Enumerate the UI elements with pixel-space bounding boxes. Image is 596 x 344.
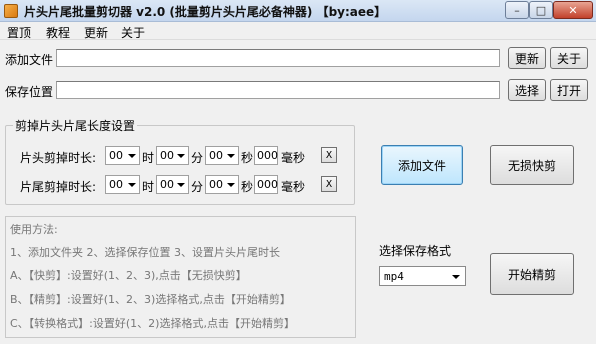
- menu-tutorial[interactable]: 教程: [46, 24, 70, 41]
- maximize-button[interactable]: □: [529, 1, 553, 19]
- second-unit: 秒: [241, 180, 254, 194]
- menu-update[interactable]: 更新: [84, 24, 108, 41]
- minimize-button[interactable]: –: [505, 1, 529, 19]
- head-clear-button[interactable]: X: [321, 147, 337, 163]
- save-format-select[interactable]: mp4: [379, 266, 466, 286]
- tail-hour-select[interactable]: 00: [105, 175, 140, 194]
- chevron-down-icon: [177, 154, 185, 158]
- open-button[interactable]: 打开: [550, 79, 588, 101]
- add-file-input[interactable]: [56, 49, 500, 67]
- tail-second-value: 00: [209, 178, 223, 191]
- tail-minute-select[interactable]: 00: [156, 175, 189, 194]
- usage-title: 使用方法:: [10, 223, 58, 236]
- save-format-value: mp4: [384, 270, 404, 283]
- chevron-down-icon: [177, 183, 185, 187]
- menu-pin-top[interactable]: 置顶: [7, 24, 31, 41]
- save-location-input[interactable]: [56, 81, 500, 99]
- lossless-cut-button[interactable]: 无损快剪: [490, 145, 574, 185]
- chevron-down-icon: [128, 183, 136, 187]
- tail-ms-input[interactable]: 000: [254, 175, 278, 194]
- start-precise-cut-button[interactable]: 开始精剪: [490, 253, 574, 295]
- head-ms-input[interactable]: 000: [254, 146, 278, 165]
- choose-button[interactable]: 选择: [508, 79, 546, 101]
- head-hour-value: 00: [109, 149, 123, 162]
- head-trim-label: 片头剪掉时长:: [20, 151, 97, 165]
- close-button[interactable]: ✕: [553, 1, 593, 19]
- usage-line: A、【快剪】:设置好(1、2、3),点击【无损快剪】: [10, 269, 247, 282]
- second-unit: 秒: [241, 151, 254, 165]
- app-icon: [4, 4, 18, 18]
- hour-unit: 时: [142, 180, 155, 194]
- tail-ms-value: 000: [257, 178, 278, 191]
- usage-line: C、【转换格式】:设置好(1、2)选择格式,点击【开始精剪】: [10, 317, 295, 330]
- minute-unit: 分: [191, 180, 204, 194]
- tail-trim-label: 片尾剪掉时长:: [20, 180, 97, 194]
- head-second-select[interactable]: 00: [205, 146, 239, 165]
- usage-instructions-panel: 使用方法: 1、添加文件夹 2、选择保存位置 3、设置片头片尾时长 A、【快剪】…: [5, 216, 356, 338]
- save-format-label: 选择保存格式: [379, 244, 452, 258]
- chevron-down-icon: [128, 154, 136, 158]
- add-file-button[interactable]: 添加文件: [381, 145, 463, 185]
- tail-hour-value: 00: [109, 178, 123, 191]
- chevron-down-icon: [227, 183, 235, 187]
- usage-line: 1、添加文件夹 2、选择保存位置 3、设置片头片尾时长: [10, 246, 280, 259]
- trim-settings-title: 剪掉片头片尾长度设置: [13, 117, 138, 134]
- tail-clear-button[interactable]: X: [321, 176, 337, 192]
- add-file-label: 添加文件: [5, 53, 54, 67]
- tail-minute-value: 00: [160, 178, 174, 191]
- usage-line: B、【精剪】:设置好(1、2、3)选择格式,点击【开始精剪】: [10, 293, 291, 306]
- hour-unit: 时: [142, 151, 155, 165]
- update-button[interactable]: 更新: [508, 47, 546, 69]
- save-location-label: 保存位置: [5, 85, 54, 99]
- about-button[interactable]: 关于: [550, 47, 588, 69]
- ms-unit: 毫秒: [281, 180, 306, 194]
- title-bar: 片头片尾批量剪切器 v2.0 (批量剪片头片尾必备神器) 【by:aee】 – …: [0, 0, 596, 22]
- head-ms-value: 000: [257, 149, 278, 162]
- head-second-value: 00: [209, 149, 223, 162]
- menu-bar: 置顶 教程 更新 关于: [0, 22, 596, 40]
- head-minute-value: 00: [160, 149, 174, 162]
- menu-about[interactable]: 关于: [121, 24, 145, 41]
- chevron-down-icon: [227, 154, 235, 158]
- ms-unit: 毫秒: [281, 151, 306, 165]
- chevron-down-icon: [452, 275, 460, 279]
- head-minute-select[interactable]: 00: [156, 146, 189, 165]
- tail-second-select[interactable]: 00: [205, 175, 239, 194]
- window-title: 片头片尾批量剪切器 v2.0 (批量剪片头片尾必备神器) 【by:aee】: [24, 5, 387, 19]
- head-hour-select[interactable]: 00: [105, 146, 140, 165]
- minute-unit: 分: [191, 151, 204, 165]
